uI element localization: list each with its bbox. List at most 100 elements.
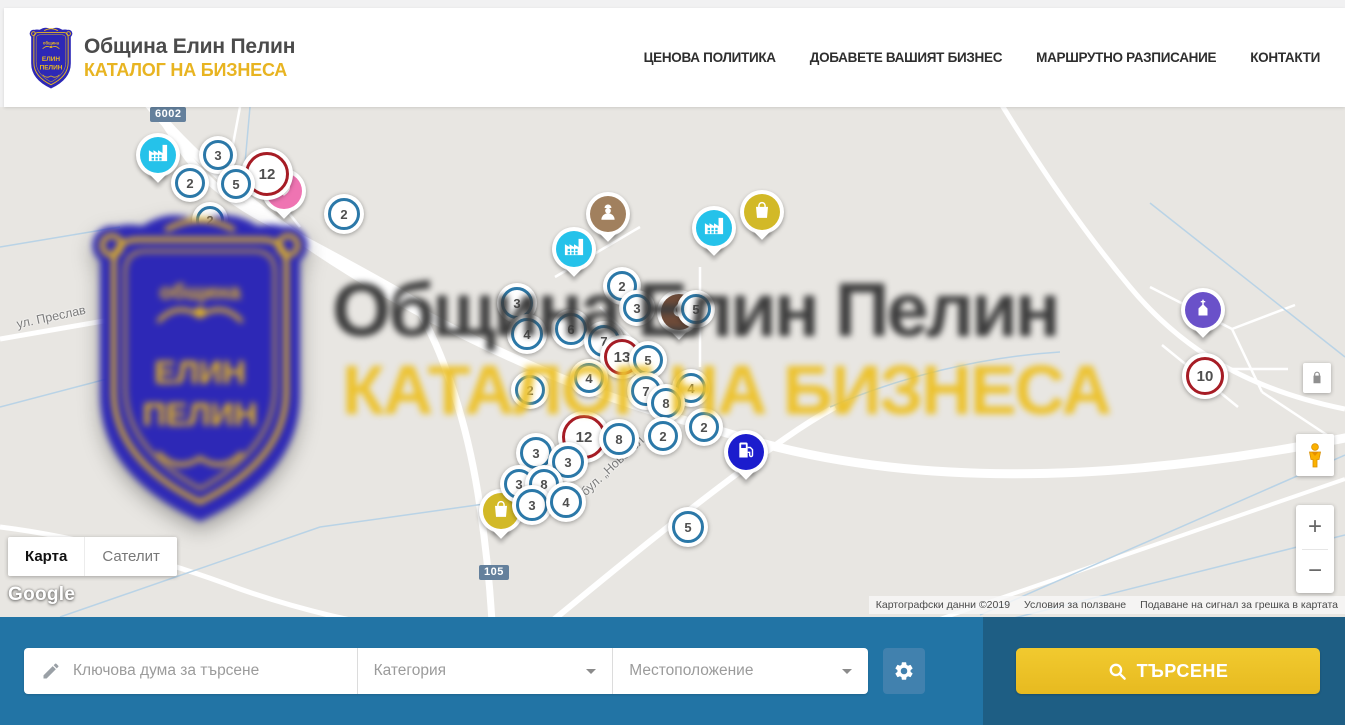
nav-item-route-schedule[interactable]: МАРШРУТНО РАЗПИСАНИЕ — [1036, 50, 1216, 65]
nav-item-contacts[interactable]: КОНТАКТИ — [1250, 50, 1320, 65]
cluster-count: 5 — [633, 345, 663, 375]
nav-item-add-business[interactable]: ДОБАВЕТЕ ВАШИЯТ БИЗНЕС — [810, 50, 1002, 65]
cluster-marker[interactable]: 2 — [511, 371, 549, 409]
logo-title: Община Елин Пелин — [84, 35, 295, 59]
cluster-marker[interactable]: 2 — [192, 202, 228, 238]
fuel-pin[interactable] — [724, 430, 770, 488]
cluster-count: 2 — [648, 421, 678, 451]
zoom-in-button[interactable]: + — [1296, 505, 1334, 549]
map-type-control: Карта Сателит — [8, 537, 177, 576]
cluster-marker[interactable]: 10 — [1182, 353, 1228, 399]
cluster-count: 2 — [196, 206, 224, 234]
search-bar: Категория Местоположение ТЪРСЕНЕ — [0, 617, 1345, 725]
cluster-count: 5 — [221, 169, 251, 199]
cluster-count: 8 — [651, 388, 681, 418]
site-logo[interactable]: община ЕЛИН ПЕЛИН Община Елин Пелин КАТА… — [28, 26, 295, 90]
cluster-marker[interactable]: 3 — [619, 290, 655, 326]
advanced-settings-button[interactable] — [883, 648, 925, 694]
cluster-count: 4 — [550, 486, 582, 518]
cluster-marker[interactable]: 4 — [507, 314, 547, 354]
chevron-down-icon — [842, 669, 852, 679]
cluster-count: 6 — [555, 313, 587, 345]
keyword-field — [24, 648, 357, 694]
municipality-crest-icon: община ЕЛИН ПЕЛИН — [28, 26, 74, 90]
svg-text:ПЕЛИН: ПЕЛИН — [40, 64, 63, 71]
pin-body — [744, 194, 780, 230]
cluster-count: 2 — [175, 168, 205, 198]
location-dropdown[interactable]: Местоположение — [613, 648, 868, 694]
pin-body — [556, 231, 592, 267]
bag-icon — [491, 499, 511, 524]
zoom-control: + − — [1296, 505, 1334, 593]
bag-pin[interactable] — [740, 190, 786, 248]
factory-icon — [563, 237, 585, 262]
zoom-out-button[interactable]: − — [1296, 550, 1334, 594]
logo-text: Община Елин Пелин КАТАЛОГ НА БИЗНЕСА — [84, 35, 295, 81]
map-type-satellite-button[interactable]: Сателит — [84, 537, 177, 576]
logo-subtitle: КАТАЛОГ НА БИЗНЕСА — [84, 60, 295, 81]
fuel-icon — [736, 440, 756, 465]
cluster-count: 4 — [511, 318, 543, 350]
page: община ЕЛИН ПЕЛИН Община Елин Пелин КАТА… — [0, 0, 1345, 725]
report-error-link[interactable]: Подаване на сигнал за грешка в картата — [1133, 596, 1345, 614]
map-data-attribution: Картографски данни ©2019 — [869, 596, 1017, 614]
location-dropdown-label: Местоположение — [629, 662, 842, 680]
pin-body — [728, 434, 764, 470]
church-pin[interactable] — [1181, 288, 1227, 346]
cluster-count: 4 — [574, 363, 604, 393]
map-markers-layer: 212325223536471354247822128333834510 — [0, 107, 1345, 617]
factory-icon — [703, 216, 725, 241]
gear-icon — [893, 660, 915, 682]
nav-item-pricing[interactable]: ЦЕНОВА ПОЛИТИКА — [644, 50, 776, 65]
pin-body — [140, 137, 176, 173]
bag-icon — [752, 200, 772, 225]
map-attribution: Картографски данни ©2019 Условия за полз… — [869, 596, 1345, 614]
cluster-marker[interactable]: 4 — [546, 482, 586, 522]
cluster-count: 5 — [681, 294, 711, 324]
cluster-marker[interactable]: 4 — [570, 359, 608, 397]
factory-icon — [147, 143, 169, 168]
cluster-marker[interactable]: 2 — [324, 194, 364, 234]
header: община ЕЛИН ПЕЛИН Община Елин Пелин КАТА… — [4, 8, 1345, 107]
keyword-search-input[interactable] — [73, 648, 357, 694]
cluster-count: 3 — [516, 489, 548, 521]
map-type-map-button[interactable]: Карта — [8, 537, 84, 576]
search-button[interactable]: ТЪРСЕНЕ — [1016, 648, 1320, 694]
main-nav: ЦЕНОВА ПОЛИТИКА ДОБАВЕТЕ ВАШИЯТ БИЗНЕС М… — [644, 50, 1345, 65]
pin-body — [1185, 292, 1221, 328]
cluster-count: 3 — [623, 294, 651, 322]
terms-link[interactable]: Условия за ползване — [1017, 596, 1133, 614]
worker-icon — [597, 201, 619, 228]
cluster-count: 8 — [603, 423, 635, 455]
cluster-marker[interactable]: 2 — [685, 408, 723, 446]
cluster-marker[interactable]: 2 — [644, 417, 682, 455]
cluster-count: 5 — [672, 511, 704, 543]
cluster-marker[interactable]: 5 — [677, 290, 715, 328]
pegman-icon — [1305, 442, 1325, 469]
factory-pin[interactable] — [692, 206, 738, 264]
lock-icon — [1310, 370, 1324, 386]
svg-text:ЕЛИН: ЕЛИН — [42, 56, 61, 63]
cluster-marker[interactable]: 8 — [599, 419, 639, 459]
chevron-down-icon — [586, 669, 596, 679]
cluster-marker[interactable]: 5 — [217, 165, 255, 203]
search-icon — [1108, 662, 1127, 681]
factory-pin[interactable] — [552, 227, 598, 285]
cluster-count: 2 — [689, 412, 719, 442]
church-icon — [1193, 298, 1213, 323]
category-dropdown[interactable]: Категория — [358, 648, 613, 694]
map-canvas[interactable]: 6002105ул. Преславбул. „Новосел 21232522… — [0, 107, 1345, 617]
street-view-pegman-button[interactable] — [1296, 434, 1334, 476]
cluster-count: 2 — [515, 375, 545, 405]
cluster-marker[interactable]: 2 — [171, 164, 209, 202]
google-logo: Google — [8, 584, 75, 606]
lock-button[interactable] — [1303, 363, 1331, 393]
pencil-icon — [41, 661, 61, 681]
cluster-marker[interactable]: 5 — [668, 507, 708, 547]
cluster-count: 2 — [328, 198, 360, 230]
search-button-label: ТЪРСЕНЕ — [1137, 661, 1229, 682]
svg-text:община: община — [43, 40, 60, 45]
pin-body — [696, 210, 732, 246]
search-fields: Категория Местоположение — [24, 648, 868, 694]
cluster-count: 10 — [1186, 357, 1224, 395]
